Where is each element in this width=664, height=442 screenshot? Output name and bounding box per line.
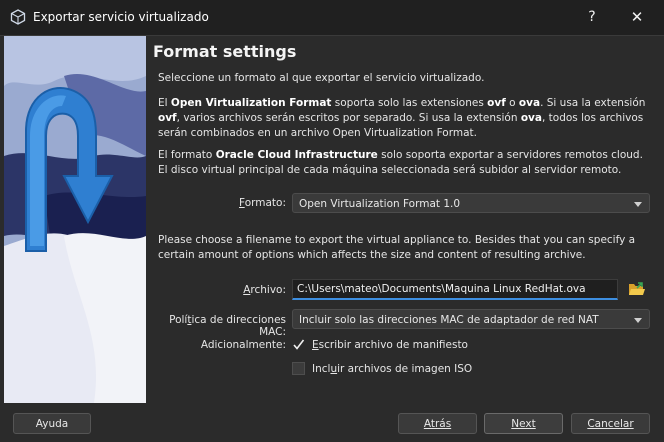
- mac-policy-select-value: Incluir solo las direcciones MAC de adap…: [299, 314, 599, 326]
- mac-policy-label: Política de direcciones MAC:: [169, 314, 286, 338]
- iso-checkbox[interactable]: [292, 362, 305, 375]
- intro-text: Seleccione un formato al que exportar el…: [158, 72, 485, 84]
- cancel-button[interactable]: Cancelar: [571, 413, 650, 434]
- manifest-checkbox-label[interactable]: Escribir archivo de manifiesto: [312, 339, 468, 351]
- filename-info-text: Please choose a filename to export the v…: [158, 234, 636, 261]
- button-bar: [0, 404, 664, 442]
- chevron-down-icon: [634, 202, 642, 207]
- manifest-checkbox[interactable]: [292, 338, 305, 351]
- oci-description: El formato Oracle Cloud Infrastructure s…: [158, 149, 643, 176]
- virtualbox-icon: [10, 9, 26, 25]
- file-path-input[interactable]: C:\Users\mateo\Documents\Maquina Linux R…: [292, 279, 618, 300]
- iso-checkbox-label[interactable]: Incluir archivos de imagen ISO: [312, 363, 472, 375]
- export-appliance-dialog: Exportar servicio virtualizado ? ✕ Forma…: [0, 0, 664, 442]
- window-title: Exportar servicio virtualizado: [33, 10, 209, 24]
- file-label: Archivo:: [243, 284, 286, 296]
- folder-open-icon[interactable]: [628, 281, 646, 297]
- back-button[interactable]: Atrás: [398, 413, 477, 434]
- next-button[interactable]: Next: [484, 413, 563, 434]
- format-select-value: Open Virtualization Format 1.0: [299, 198, 461, 210]
- additional-label: Adicionalmente:: [200, 339, 286, 351]
- format-select[interactable]: Open Virtualization Format 1.0: [292, 193, 650, 213]
- chevron-down-icon: [634, 318, 642, 323]
- close-button[interactable]: ✕: [614, 0, 660, 35]
- export-arrow-illustration: [4, 36, 146, 403]
- ovf-description: El Open Virtualization Format soporta so…: [158, 97, 646, 139]
- page-title: Format settings: [153, 42, 297, 61]
- help-title-button[interactable]: ?: [569, 0, 615, 35]
- question-icon: ?: [588, 9, 596, 25]
- format-label: Formato:: [239, 197, 286, 209]
- mac-policy-select[interactable]: Incluir solo las direcciones MAC de adap…: [292, 309, 650, 329]
- help-button[interactable]: Ayuda: [13, 413, 91, 434]
- close-icon: ✕: [630, 8, 644, 26]
- title-bar: Exportar servicio virtualizado ? ✕: [0, 0, 664, 36]
